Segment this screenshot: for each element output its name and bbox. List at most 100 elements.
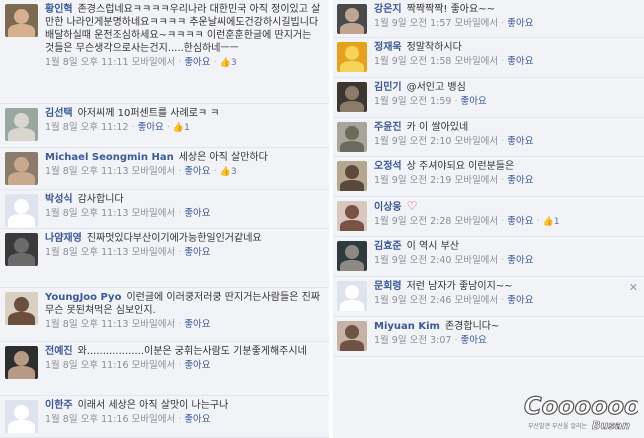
avatar[interactable]	[337, 241, 367, 271]
comment-body: 정재욱 정말착하시다 1월 9일 오전 1:58 모바일에서 · 좋아요	[374, 41, 638, 68]
comment-timestamp[interactable]: 1월 9일 오전 1:59	[374, 96, 451, 107]
left-comment-column: 황인혁 존경스럽네요ㅋㅋㅋㅋ우리나라 대한민국 아직 정이있고 살만한 나라인게분…	[0, 0, 329, 438]
avatar[interactable]	[337, 4, 367, 34]
like-count[interactable]: 👍3	[220, 57, 237, 70]
comment-meta: 1월 9일 오전 1:57 모바일에서 · 좋아요	[374, 17, 638, 30]
comment-timestamp[interactable]: 1월 8일 오후 11:13 모바일에서	[45, 247, 175, 258]
comment-text: 존경스럽네요ㅋㅋㅋㅋ우리나라 대한민국 아직 정이있고 살만한 나라인게분명하네…	[45, 4, 321, 54]
avatar[interactable]	[337, 201, 367, 231]
comment-meta: 1월 9일 오전 2:19 모바일에서 · 좋아요	[374, 174, 638, 187]
avatar[interactable]	[5, 194, 38, 227]
comment-line: 박성식 감사합니다	[45, 193, 323, 206]
close-icon[interactable]: ✕	[629, 281, 638, 294]
comment-timestamp[interactable]: 1월 9일 오전 2:19 모바일에서	[374, 175, 498, 186]
avatar[interactable]	[337, 122, 367, 152]
like-link[interactable]: 좋아요	[184, 414, 210, 425]
avatar[interactable]	[5, 292, 38, 325]
comment-timestamp[interactable]: 1월 9일 오전 3:07	[374, 335, 451, 346]
comment-text: 세상은 아직 살만하다	[178, 152, 268, 163]
comment-meta: 1월 8일 오후 11:12 · 좋아요 · 👍1	[45, 121, 323, 135]
avatar[interactable]	[337, 42, 367, 72]
commenter-name-link[interactable]: 이한주	[45, 400, 73, 411]
comment-timestamp[interactable]: 1월 9일 오전 2:10 모바일에서	[374, 136, 498, 147]
commenter-name-link[interactable]: 나얌재영	[45, 233, 82, 244]
commenter-name-link[interactable]: 정재욱	[374, 42, 402, 53]
commenter-name-link[interactable]: 문회령	[374, 281, 402, 292]
commenter-name-link[interactable]: 이상웅	[374, 202, 402, 213]
commenter-name-link[interactable]: 김선택	[45, 108, 73, 119]
comment-timestamp[interactable]: 1월 8일 오후 11:13 모바일에서	[45, 208, 175, 219]
like-link[interactable]: 좋아요	[184, 360, 210, 371]
like-link[interactable]: 좋아요	[184, 166, 210, 177]
like-link[interactable]: 좋아요	[461, 335, 487, 346]
commenter-name-link[interactable]: 강은지	[374, 4, 402, 15]
like-link[interactable]: 좋아요	[184, 247, 210, 258]
like-count[interactable]: 👍1	[173, 122, 190, 135]
like-link[interactable]: 좋아요	[461, 96, 487, 107]
avatar[interactable]	[5, 233, 38, 266]
avatar-head-shape	[345, 165, 359, 179]
commenter-name-link[interactable]: 오정석	[374, 161, 402, 172]
avatar-head-shape	[345, 86, 359, 100]
comment-item: 강은지 짝짝짝짝! 좋아요~~ 1월 9일 오전 1:57 모바일에서 · 좋아요	[333, 0, 644, 38]
comment-timestamp[interactable]: 1월 9일 오전 2:46 모바일에서	[374, 295, 498, 306]
like-link[interactable]: 좋아요	[507, 136, 533, 147]
comment-timestamp[interactable]: 1월 8일 오후 11:13 모바일에서	[45, 166, 175, 177]
avatar-body-shape	[8, 420, 35, 433]
like-link[interactable]: 좋아요	[507, 216, 533, 227]
commenter-name-link[interactable]: 주윤진	[374, 122, 402, 133]
comment-body: 김민기 @서인고 뱅심 1월 9일 오전 1:59 · 좋아요	[374, 81, 638, 108]
meta-separator: ·	[178, 414, 182, 425]
avatar-body-shape	[8, 312, 35, 325]
avatar[interactable]	[5, 346, 38, 379]
like-link[interactable]: 좋아요	[507, 255, 533, 266]
comment-timestamp[interactable]: 1월 8일 오후 11:16 모바일에서	[45, 414, 175, 425]
like-link[interactable]: 좋아요	[184, 57, 210, 68]
commenter-name-link[interactable]: 김민기	[374, 82, 402, 93]
comment-timestamp[interactable]: 1월 9일 오전 2:40 모바일에서	[374, 255, 498, 266]
avatar[interactable]	[337, 82, 367, 112]
commenter-name-link[interactable]: Michael Seongmin Han	[45, 152, 174, 163]
comment-timestamp[interactable]: 1월 8일 오후 11:13 모바일에서	[45, 319, 175, 330]
comment-timestamp[interactable]: 1월 9일 오전 1:57 모바일에서	[374, 18, 498, 29]
like-link[interactable]: 좋아요	[184, 319, 210, 330]
avatar[interactable]	[5, 108, 38, 141]
commenter-name-link[interactable]: Miyuan Kim	[374, 321, 440, 332]
like-count[interactable]: 👍1	[543, 216, 560, 229]
avatar-body-shape	[8, 366, 35, 379]
comment-body: 문회령 저런 남자가 좋남이지~~ 1월 9일 오전 2:46 모바일에서 · 좋아…	[374, 280, 638, 307]
avatar[interactable]	[5, 400, 38, 433]
comment-timestamp[interactable]: 1월 8일 오후 11:11 모바일에서	[45, 57, 175, 68]
comment-timestamp[interactable]: 1월 9일 오전 2:28 모바일에서	[374, 216, 498, 227]
commenter-name-link[interactable]: 전예진	[45, 346, 73, 357]
avatar-body-shape	[340, 60, 364, 72]
avatar-body-shape	[8, 214, 35, 227]
comment-body: 김선택 아저씨께 10퍼센트를 사례로ㅋ ㅋ 1월 8일 오후 11:12 · 좋아…	[45, 107, 323, 135]
commenter-name-link[interactable]: 박성식	[45, 194, 73, 205]
avatar[interactable]	[337, 321, 367, 351]
comment-item: 김효준 이 역시 부산 1월 9일 오전 2:40 모바일에서 · 좋아요	[333, 237, 644, 277]
like-link[interactable]: 좋아요	[507, 56, 533, 67]
comment-line: YoungJoo Pyo 이런글에 이러쿵저러쿵 딴지거는사람들은 진짜 무슨 못…	[45, 291, 323, 317]
comment-meta: 1월 9일 오전 1:59 · 좋아요	[374, 95, 638, 108]
avatar[interactable]	[337, 281, 367, 311]
avatar-body-shape	[8, 128, 35, 141]
commenter-name-link[interactable]: 김효준	[374, 241, 402, 252]
avatar[interactable]	[5, 152, 38, 185]
meta-separator: ·	[501, 18, 505, 29]
avatar[interactable]	[5, 4, 38, 37]
comment-text: 와..................이분은 궁휘는사람도 기분좋게해주시네	[77, 346, 307, 357]
avatar[interactable]	[337, 161, 367, 191]
like-count[interactable]: 👍3	[220, 166, 237, 179]
like-link[interactable]: 좋아요	[507, 18, 533, 29]
like-link[interactable]: 좋아요	[184, 208, 210, 219]
like-link[interactable]: 좋아요	[138, 122, 164, 133]
comment-timestamp[interactable]: 1월 9일 오전 1:58 모바일에서	[374, 56, 498, 67]
commenter-name-link[interactable]: YoungJoo Pyo	[45, 292, 121, 303]
comment-timestamp[interactable]: 1월 8일 오후 11:16 모바일에서	[45, 360, 175, 371]
like-link[interactable]: 좋아요	[507, 175, 533, 186]
comment-item: 이상웅 ♡ 1월 9일 오전 2:28 모바일에서 · 좋아요 · 👍1	[333, 197, 644, 237]
commenter-name-link[interactable]: 황인혁	[45, 4, 73, 15]
like-link[interactable]: 좋아요	[507, 295, 533, 306]
comment-timestamp[interactable]: 1월 8일 오후 11:12	[45, 122, 132, 133]
